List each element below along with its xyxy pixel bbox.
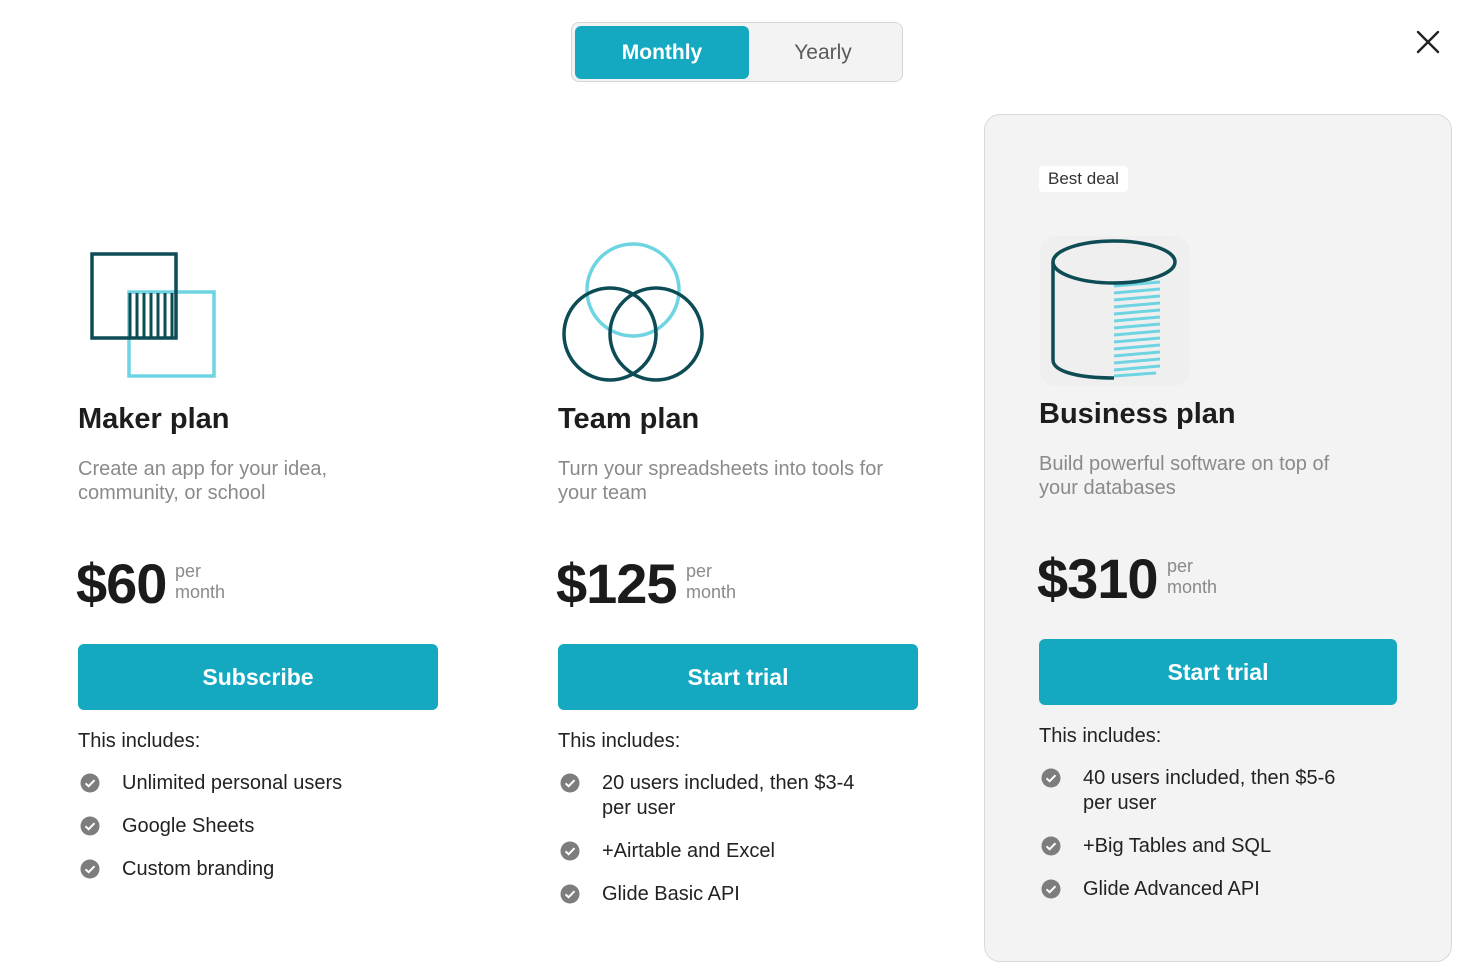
plan-description: Turn your spreadsheets into tools for yo… <box>558 458 883 504</box>
includes-label: This includes: <box>1039 725 1162 747</box>
feature-text: Glide Advanced API <box>1083 878 1260 900</box>
price-period-per: per <box>1167 556 1194 576</box>
overlapping-circles-icon <box>560 242 706 391</box>
feature-text: 20 users included, then $3-4 per user <box>602 772 855 819</box>
yearly-option[interactable]: Yearly <box>746 26 900 79</box>
check-circle-icon <box>560 884 580 904</box>
feature-item: +Big Tables and SQL <box>1039 834 1359 859</box>
feature-item: +Airtable and Excel <box>558 839 878 864</box>
check-circle-icon <box>1041 836 1061 856</box>
includes-label: This includes: <box>558 730 681 752</box>
plan-price: $60 <box>76 552 167 615</box>
price-period-per: per <box>175 561 202 581</box>
price-period-per: per <box>686 561 713 581</box>
plan-price: $310 <box>1037 547 1159 610</box>
feature-item: 20 users included, then $3-4 per user <box>558 771 878 821</box>
check-circle-icon <box>1041 879 1061 899</box>
feature-item: Glide Advanced API <box>1039 877 1359 902</box>
feature-item: Unlimited personal users <box>78 771 398 796</box>
feature-text: +Big Tables and SQL <box>1083 835 1272 857</box>
database-cylinder-icon <box>1040 236 1190 391</box>
plan-description: Create an app for your idea, community, … <box>78 458 328 504</box>
start-trial-button[interactable]: Start trial <box>1039 639 1397 705</box>
price-period-month: month <box>1167 577 1218 597</box>
overlapping-squares-icon <box>88 250 218 385</box>
price-period-month: month <box>686 582 737 602</box>
feature-text: Glide Basic API <box>602 883 740 905</box>
feature-item: 40 users included, then $5-6 per user <box>1039 766 1359 816</box>
feature-text: +Airtable and Excel <box>602 840 775 862</box>
best-deal-badge: Best deal <box>1039 166 1128 192</box>
check-circle-icon <box>80 859 100 879</box>
feature-text: Google Sheets <box>122 815 255 837</box>
plan-title: Maker plan <box>78 403 230 435</box>
feature-item: Custom branding <box>78 857 398 882</box>
close-icon[interactable] <box>1410 24 1446 60</box>
feature-text: Custom branding <box>122 858 275 880</box>
plan-title: Business plan <box>1039 398 1236 430</box>
plan-description: Build powerful software on top of your d… <box>1039 453 1330 499</box>
feature-item: Google Sheets <box>78 814 398 839</box>
check-circle-icon <box>80 773 100 793</box>
subscribe-button[interactable]: Subscribe <box>78 644 438 710</box>
monthly-option[interactable]: Monthly <box>575 26 749 79</box>
start-trial-button[interactable]: Start trial <box>558 644 918 710</box>
feature-text: 40 users included, then $5-6 per user <box>1083 767 1336 814</box>
check-circle-icon <box>560 841 580 861</box>
check-circle-icon <box>560 773 580 793</box>
check-circle-icon <box>80 816 100 836</box>
plan-title: Team plan <box>558 403 700 435</box>
billing-period-toggle: Monthly Yearly <box>571 22 903 82</box>
includes-label: This includes: <box>78 730 201 752</box>
price-period-month: month <box>175 582 226 602</box>
check-circle-icon <box>1041 768 1061 788</box>
feature-item: Glide Basic API <box>558 882 878 907</box>
plan-price: $125 <box>556 552 678 615</box>
feature-text: Unlimited personal users <box>122 772 343 794</box>
